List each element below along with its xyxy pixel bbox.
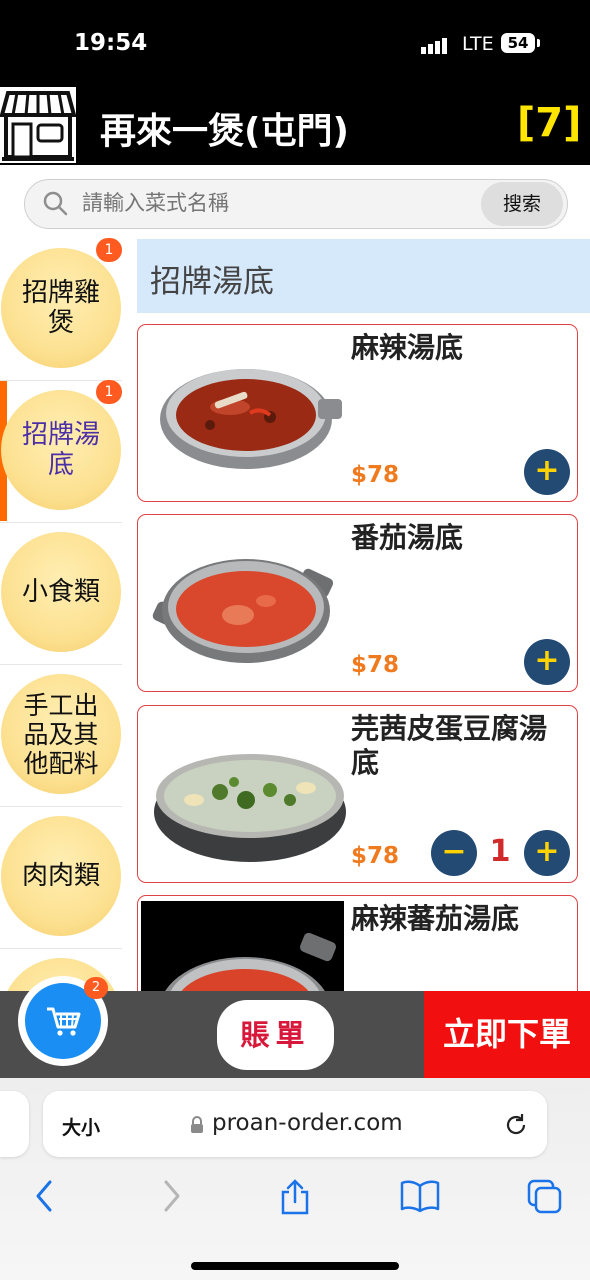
network-type: LTE [462,33,494,55]
category-bubble: 手工出品及其他配料 [1,674,121,794]
category-item[interactable]: 肉肉類 [0,806,122,949]
item-name: 麻辣蕃茄湯底 [351,902,520,935]
url-text: proan-order.com [212,1110,403,1136]
store-icon[interactable] [0,87,77,163]
add-button[interactable]: + [524,830,570,876]
category-label: 小食類 [21,577,100,607]
menu-item-card[interactable]: 芫茜皮蛋豆腐湯底 $78 − 1 + [137,705,578,883]
category-badge: 1 [96,380,122,404]
back-icon[interactable] [30,1178,58,1218]
status-time: 19:54 [74,30,148,56]
item-name: 麻辣湯底 [351,331,464,364]
item-price: $78 [351,462,400,488]
table-number: [7] [517,100,582,146]
item-price: $78 [351,652,400,678]
search-icon [42,190,68,220]
item-quantity: 1 [489,834,511,869]
category-bubble: 招牌雞煲 [1,248,121,368]
previous-tab[interactable] [0,1091,29,1157]
item-name: 芫茜皮蛋豆腐湯底 [351,712,548,779]
battery-icon: 54 [501,33,535,53]
page-title: 再來一煲(屯門) [100,111,349,152]
forward-icon[interactable] [158,1178,186,1218]
search-button[interactable]: 搜索 [481,182,563,226]
category-bubble: 招牌湯底 [1,390,121,510]
hotpot-image [150,535,348,675]
add-button[interactable]: + [524,639,570,685]
battery-tip [537,39,540,47]
category-item[interactable]: 手工出品及其他配料 [0,664,122,807]
bookmarks-icon[interactable] [400,1178,440,1218]
item-name: 番茄湯底 [351,521,464,554]
status-bar: 19:54 LTE 54 [0,0,590,82]
tabs-icon[interactable] [526,1178,564,1220]
category-bubble: 小食類 [1,532,121,652]
category-label: 招牌湯底 [21,420,100,480]
share-icon[interactable] [278,1178,312,1220]
category-item-active[interactable]: 招牌湯底 1 [0,380,122,523]
order-now-button[interactable]: 立即下單 [424,991,590,1078]
hotpot-image [150,345,348,485]
category-label: 肉肉類 [21,861,100,891]
item-price: $78 [351,843,400,869]
section-title: 招牌湯底 [150,264,274,300]
category-badge: 1 [96,238,122,262]
bill-button[interactable]: 賬單 [217,1000,334,1070]
text-size-button[interactable]: 大小 [62,1113,100,1140]
add-button[interactable]: + [524,449,570,495]
home-indicator [191,1262,399,1270]
category-label: 招牌雞煲 [21,278,100,338]
category-label: 手工出品及其他配料 [23,690,99,778]
remove-button[interactable]: − [431,830,477,876]
reload-icon[interactable] [503,1112,529,1142]
menu-item-card[interactable]: 番茄湯底 $78 + [137,514,578,692]
hotpot-image [150,726,348,866]
category-item[interactable]: 小食類 [0,522,122,665]
category-bubble: 肉肉類 [1,816,121,936]
search-input[interactable] [82,191,462,215]
text-size-label: 大小 [62,1117,101,1139]
cart-count-badge: 2 [84,977,108,999]
lock-icon [189,1116,205,1138]
signal-icon [421,35,449,54]
menu-item-card[interactable]: 麻辣湯底 $78 + [137,324,578,502]
category-item[interactable]: 招牌雞煲 1 [0,238,122,381]
